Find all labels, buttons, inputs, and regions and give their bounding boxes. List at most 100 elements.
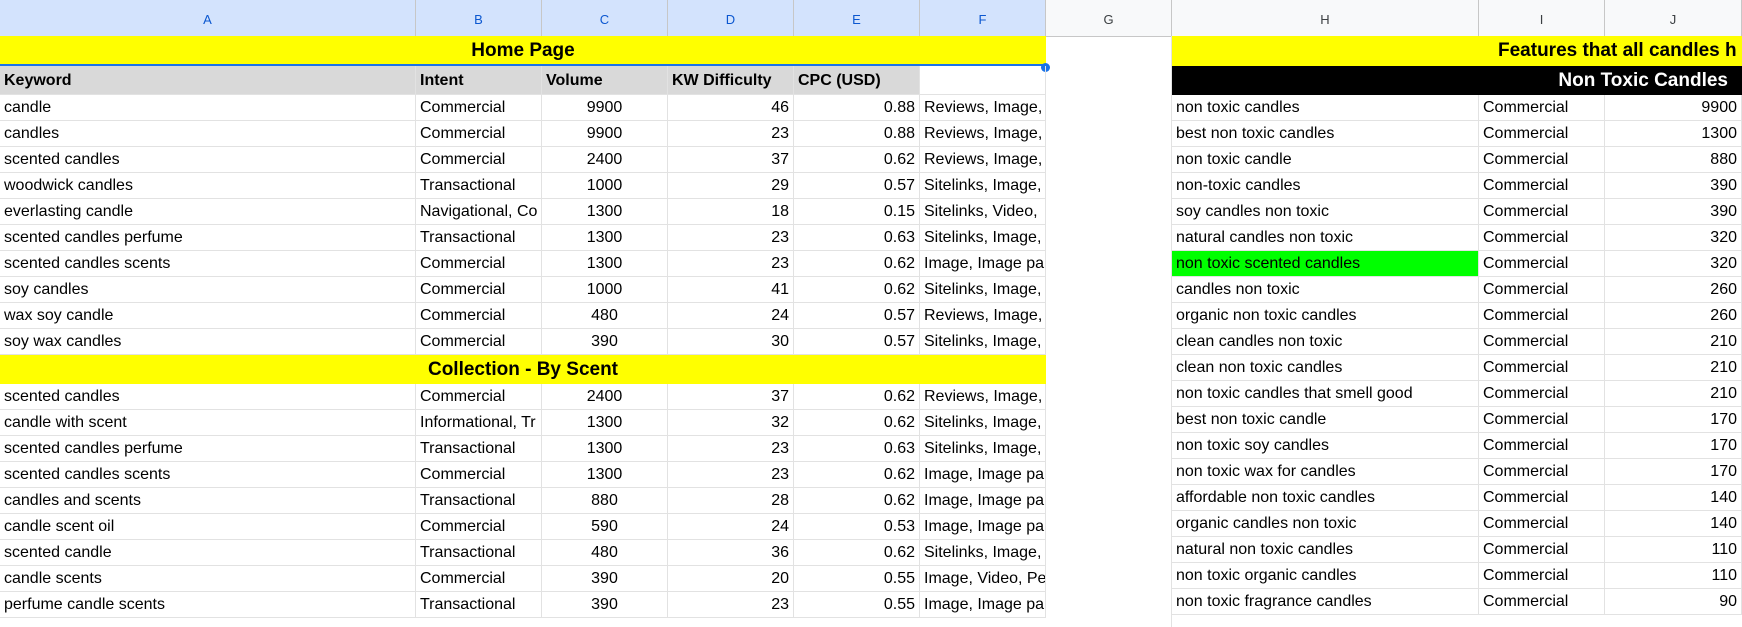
collection-serp-features-cell[interactable]: Image, Image pa	[920, 592, 1046, 618]
home-volume-cell[interactable]: 1000	[542, 277, 668, 303]
collection-keyword-cell[interactable]: scented candles perfume	[0, 436, 416, 462]
collection-intent-cell[interactable]: Commercial	[416, 462, 542, 488]
home-intent-cell[interactable]: Commercial	[416, 277, 542, 303]
collection-kw-difficulty-cell[interactable]: 23	[668, 592, 794, 618]
home-volume-cell[interactable]: 1000	[542, 173, 668, 199]
home-volume-cell[interactable]: 480	[542, 303, 668, 329]
nontoxic-intent-cell[interactable]: Commercial	[1479, 485, 1605, 511]
home-cpc-cell[interactable]: 0.62	[794, 251, 920, 277]
column-header-i[interactable]: I	[1479, 0, 1605, 36]
collection-intent-cell[interactable]: Transactional	[416, 488, 542, 514]
collection-serp-features-cell[interactable]: Sitelinks, Image,	[920, 436, 1046, 462]
home-cpc-cell[interactable]: 0.88	[794, 121, 920, 147]
home-intent-cell[interactable]: Commercial	[416, 147, 542, 173]
nontoxic-volume-cell[interactable]: 170	[1605, 433, 1742, 459]
home-kw-difficulty-cell[interactable]: 23	[668, 225, 794, 251]
nontoxic-volume-cell[interactable]: 210	[1605, 381, 1742, 407]
collection-volume-cell[interactable]: 1300	[542, 462, 668, 488]
home-keyword-cell[interactable]: soy wax candles	[0, 329, 416, 355]
collection-serp-features-cell[interactable]: Sitelinks, Image,	[920, 410, 1046, 436]
nontoxic-keyword-cell[interactable]: non-toxic candles	[1172, 173, 1479, 199]
column-header-j[interactable]: J	[1605, 0, 1742, 36]
home-cpc-cell[interactable]: 0.62	[794, 147, 920, 173]
nontoxic-volume-cell[interactable]: 140	[1605, 511, 1742, 537]
collection-cpc-cell[interactable]: 0.63	[794, 436, 920, 462]
nontoxic-volume-cell[interactable]: 320	[1605, 225, 1742, 251]
home-intent-cell[interactable]: Transactional	[416, 173, 542, 199]
header-cell-volume[interactable]: Volume	[542, 66, 668, 95]
home-intent-cell[interactable]: Commercial	[416, 329, 542, 355]
home-cpc-cell[interactable]: 0.57	[794, 173, 920, 199]
home-serp-features-cell[interactable]: Reviews, Image,	[920, 303, 1046, 329]
home-kw-difficulty-cell[interactable]: 23	[668, 251, 794, 277]
nontoxic-intent-cell[interactable]: Commercial	[1479, 277, 1605, 303]
collection-serp-features-cell[interactable]: Image, Image pa	[920, 462, 1046, 488]
nontoxic-keyword-cell[interactable]: best non toxic candles	[1172, 121, 1479, 147]
collection-keyword-cell[interactable]: candle scents	[0, 566, 416, 592]
home-intent-cell[interactable]: Commercial	[416, 121, 542, 147]
home-volume-cell[interactable]: 1300	[542, 225, 668, 251]
home-cpc-cell[interactable]: 0.57	[794, 303, 920, 329]
collection-by-scent-title[interactable]: Collection - By Scent	[0, 355, 1046, 384]
non-toxic-candles-title[interactable]: Non Toxic Candles	[1172, 66, 1742, 95]
nontoxic-volume-cell[interactable]: 170	[1605, 407, 1742, 433]
home-kw-difficulty-cell[interactable]: 37	[668, 147, 794, 173]
collection-volume-cell[interactable]: 480	[542, 540, 668, 566]
nontoxic-volume-cell[interactable]: 9900	[1605, 95, 1742, 121]
nontoxic-volume-cell[interactable]: 140	[1605, 485, 1742, 511]
nontoxic-keyword-cell[interactable]: non toxic candles that smell good	[1172, 381, 1479, 407]
nontoxic-intent-cell[interactable]: Commercial	[1479, 563, 1605, 589]
nontoxic-keyword-cell[interactable]: natural non toxic candles	[1172, 537, 1479, 563]
nontoxic-intent-cell[interactable]: Commercial	[1479, 355, 1605, 381]
home-keyword-cell[interactable]: candles	[0, 121, 416, 147]
home-kw-difficulty-cell[interactable]: 41	[668, 277, 794, 303]
nontoxic-intent-cell[interactable]: Commercial	[1479, 589, 1605, 615]
nontoxic-keyword-cell[interactable]: non toxic organic candles	[1172, 563, 1479, 589]
collection-intent-cell[interactable]: Commercial	[416, 514, 542, 540]
collection-cpc-cell[interactable]: 0.62	[794, 384, 920, 410]
nontoxic-volume-cell[interactable]: 110	[1605, 537, 1742, 563]
collection-serp-features-cell[interactable]: Sitelinks, Image,	[920, 540, 1046, 566]
nontoxic-keyword-cell[interactable]: non toxic candles	[1172, 95, 1479, 121]
home-keyword-cell[interactable]: soy candles	[0, 277, 416, 303]
nontoxic-intent-cell[interactable]: Commercial	[1479, 303, 1605, 329]
column-header-a[interactable]: A	[0, 0, 416, 36]
nontoxic-intent-cell[interactable]: Commercial	[1479, 251, 1605, 277]
home-serp-features-cell[interactable]: Image, Image pa	[920, 251, 1046, 277]
nontoxic-volume-cell[interactable]: 390	[1605, 173, 1742, 199]
nontoxic-intent-cell[interactable]: Commercial	[1479, 95, 1605, 121]
column-header-h[interactable]: H	[1172, 0, 1479, 36]
collection-cpc-cell[interactable]: 0.62	[794, 462, 920, 488]
nontoxic-keyword-cell[interactable]: best non toxic candle	[1172, 407, 1479, 433]
collection-cpc-cell[interactable]: 0.62	[794, 410, 920, 436]
collection-volume-cell[interactable]: 590	[542, 514, 668, 540]
collection-keyword-cell[interactable]: scented candles scents	[0, 462, 416, 488]
nontoxic-keyword-cell[interactable]: organic candles non toxic	[1172, 511, 1479, 537]
home-volume-cell[interactable]: 390	[542, 329, 668, 355]
home-volume-cell[interactable]: 1300	[542, 251, 668, 277]
nontoxic-volume-cell[interactable]: 320	[1605, 251, 1742, 277]
collection-kw-difficulty-cell[interactable]: 24	[668, 514, 794, 540]
nontoxic-keyword-cell[interactable]: non toxic scented candles	[1172, 251, 1479, 277]
collection-volume-cell[interactable]: 390	[542, 566, 668, 592]
collection-kw-difficulty-cell[interactable]: 37	[668, 384, 794, 410]
nontoxic-volume-cell[interactable]: 260	[1605, 303, 1742, 329]
nontoxic-volume-cell[interactable]: 90	[1605, 589, 1742, 615]
home-keyword-cell[interactable]: scented candles perfume	[0, 225, 416, 251]
nontoxic-intent-cell[interactable]: Commercial	[1479, 329, 1605, 355]
nontoxic-volume-cell[interactable]: 260	[1605, 277, 1742, 303]
home-keyword-cell[interactable]: candle	[0, 95, 416, 121]
collection-kw-difficulty-cell[interactable]: 28	[668, 488, 794, 514]
home-keyword-cell[interactable]: scented candles scents	[0, 251, 416, 277]
collection-kw-difficulty-cell[interactable]: 23	[668, 462, 794, 488]
home-serp-features-cell[interactable]: Sitelinks, Image,	[920, 173, 1046, 199]
nontoxic-keyword-cell[interactable]: non toxic soy candles	[1172, 433, 1479, 459]
column-header-g[interactable]: G	[1046, 0, 1172, 36]
home-keyword-cell[interactable]: scented candles	[0, 147, 416, 173]
column-header-e[interactable]: E	[794, 0, 920, 36]
home-kw-difficulty-cell[interactable]: 18	[668, 199, 794, 225]
home-cpc-cell[interactable]: 0.15	[794, 199, 920, 225]
collection-serp-features-cell[interactable]: Image, Image pa	[920, 488, 1046, 514]
nontoxic-intent-cell[interactable]: Commercial	[1479, 381, 1605, 407]
collection-keyword-cell[interactable]: scented candle	[0, 540, 416, 566]
